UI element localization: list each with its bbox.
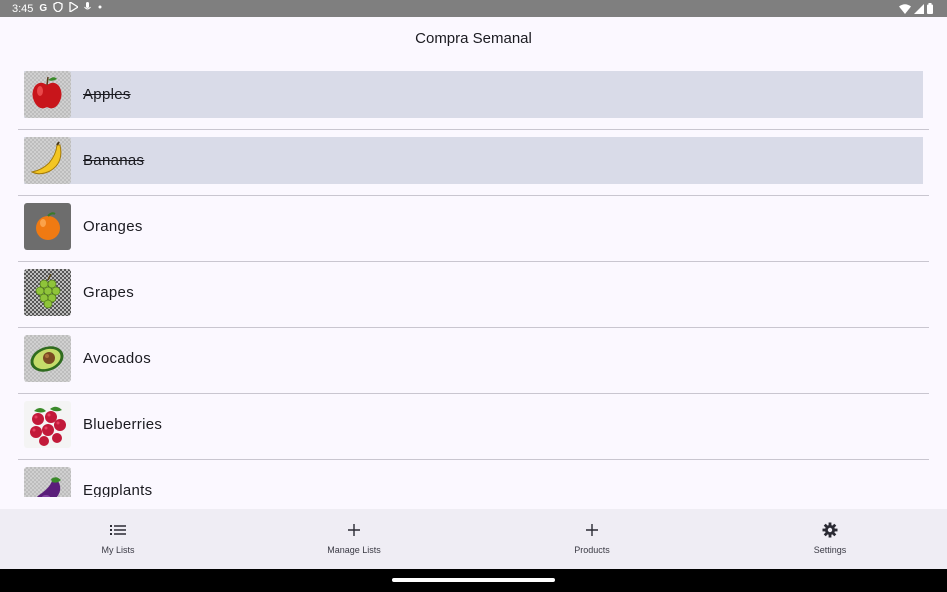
page-title: Compra Semanal	[415, 30, 532, 47]
nav-my-lists[interactable]: My Lists	[0, 509, 236, 569]
item-label: Bananas	[83, 152, 145, 169]
item-label: Blueberries	[83, 416, 163, 433]
nav-settings[interactable]: Settings	[712, 509, 947, 569]
list-item[interactable]: Eggplants	[18, 460, 929, 497]
plus-icon	[236, 521, 472, 539]
status-bar-right	[899, 3, 933, 18]
wifi-icon	[899, 3, 911, 18]
battery-icon	[927, 3, 933, 18]
bottom-navigation: My Lists Manage Lists Products Settings	[0, 509, 947, 569]
list-item[interactable]: Grapes	[18, 262, 929, 328]
shopping-list[interactable]: Apples Bananas Oranges Grapes Avocados B…	[18, 64, 929, 497]
nav-label: Products	[574, 545, 610, 555]
list-item[interactable]: Bananas	[18, 130, 929, 196]
item-label: Avocados	[83, 350, 152, 367]
mic-icon	[84, 2, 92, 16]
nav-products[interactable]: Products	[474, 509, 710, 569]
list-item[interactable]: Avocados	[18, 328, 929, 394]
grapes-icon	[24, 269, 71, 316]
system-gesture-bar	[0, 569, 947, 592]
shield-icon	[53, 1, 63, 16]
item-label: Eggplants	[83, 482, 153, 497]
banana-icon	[24, 137, 71, 184]
plus-icon	[474, 521, 710, 539]
home-gesture-handle[interactable]	[392, 578, 555, 582]
signal-icon	[914, 3, 924, 18]
list-icon	[0, 521, 236, 539]
google-icon: G	[39, 3, 48, 14]
eggplant-icon	[24, 467, 71, 497]
item-label: Grapes	[83, 284, 134, 301]
list-item[interactable]: Blueberries	[18, 394, 929, 460]
play-icon	[69, 0, 80, 16]
gear-icon	[712, 521, 947, 539]
checked-highlight	[24, 71, 923, 118]
checked-highlight	[24, 137, 923, 184]
item-label: Apples	[83, 86, 131, 103]
avocado-icon	[24, 335, 71, 382]
berries-icon	[24, 401, 71, 448]
status-bar-left: 3:45 G	[12, 0, 103, 16]
orange-icon	[24, 203, 71, 250]
list-item[interactable]: Oranges	[18, 196, 929, 262]
apple-icon	[24, 71, 71, 118]
list-item[interactable]: Apples	[18, 64, 929, 130]
nav-label: My Lists	[101, 545, 135, 555]
item-label: Oranges	[83, 218, 143, 235]
nav-label: Manage Lists	[327, 545, 381, 555]
status-bar: 3:45 G	[0, 0, 947, 17]
nav-label: Settings	[813, 545, 847, 555]
status-time: 3:45	[12, 3, 34, 15]
dot-icon	[97, 2, 103, 16]
nav-manage-lists[interactable]: Manage Lists	[236, 509, 472, 569]
